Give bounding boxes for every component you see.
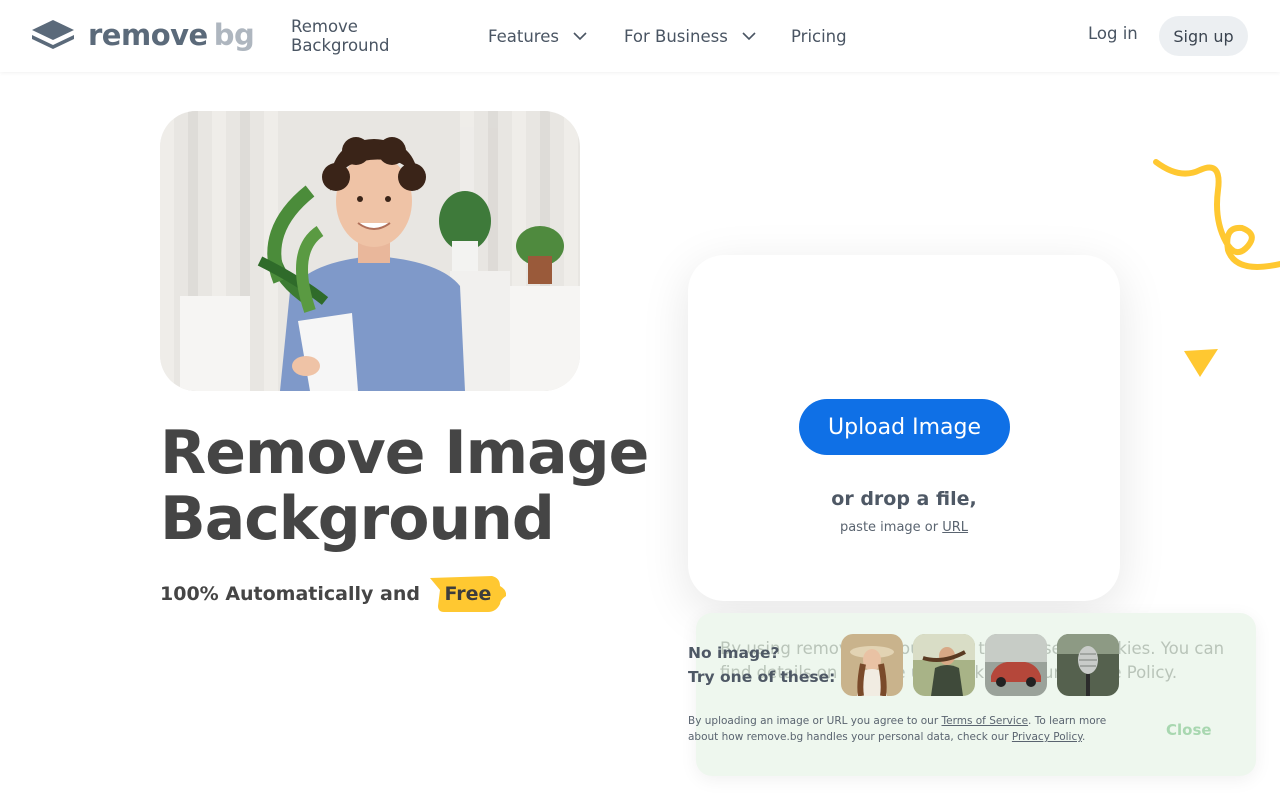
sample-thumbnail-person-animal[interactable]: [913, 634, 975, 696]
chevron-down-icon: [742, 32, 756, 41]
samples-label: No image? Try one of these:: [688, 644, 836, 686]
sample-thumbnail-woman[interactable]: [841, 634, 903, 696]
top-header: remove bg Remove Background Features For …: [0, 0, 1280, 72]
logo-icon: [32, 20, 74, 49]
privacy-policy-link[interactable]: Privacy Policy: [1012, 731, 1082, 743]
nav-remove-background[interactable]: Remove Background: [291, 17, 461, 55]
sample-thumbnail-car[interactable]: [985, 634, 1047, 696]
nav-features[interactable]: Features: [488, 27, 598, 46]
chevron-down-icon: [573, 32, 587, 41]
nav-for-business[interactable]: For Business: [624, 27, 764, 46]
upload-image-button[interactable]: Upload Image: [799, 399, 1010, 455]
sample-thumbnails: [841, 634, 1119, 696]
upload-terms-text: By uploading an image or URL you agree t…: [688, 715, 1107, 743]
squiggle-decoration: [1153, 159, 1280, 270]
page-title: Remove Image Background: [160, 418, 649, 554]
terms-of-service-link[interactable]: Terms of Service: [942, 715, 1029, 727]
paste-text: paste image or URL: [839, 520, 969, 535]
nav-pricing[interactable]: Pricing: [791, 27, 851, 46]
login-link[interactable]: Log in: [1088, 24, 1138, 43]
free-badge: Free: [429, 576, 506, 612]
logo[interactable]: remove bg: [30, 18, 255, 52]
sample-thumbnail-microphone[interactable]: [1057, 634, 1119, 696]
signup-button[interactable]: Sign up: [1159, 16, 1248, 56]
hero-photo: [160, 111, 580, 391]
url-link[interactable]: URL: [942, 520, 968, 535]
cookie-close-button[interactable]: Close: [1166, 721, 1212, 739]
hero-subtitle: 100% Automatically and Free: [160, 576, 506, 612]
upload-card: Upload Image or drop a file, paste image…: [688, 255, 1120, 601]
triangle-decoration: [1184, 349, 1218, 377]
drop-file-text: or drop a file,: [831, 488, 977, 510]
logo-wordmark: remove bg: [88, 18, 255, 52]
